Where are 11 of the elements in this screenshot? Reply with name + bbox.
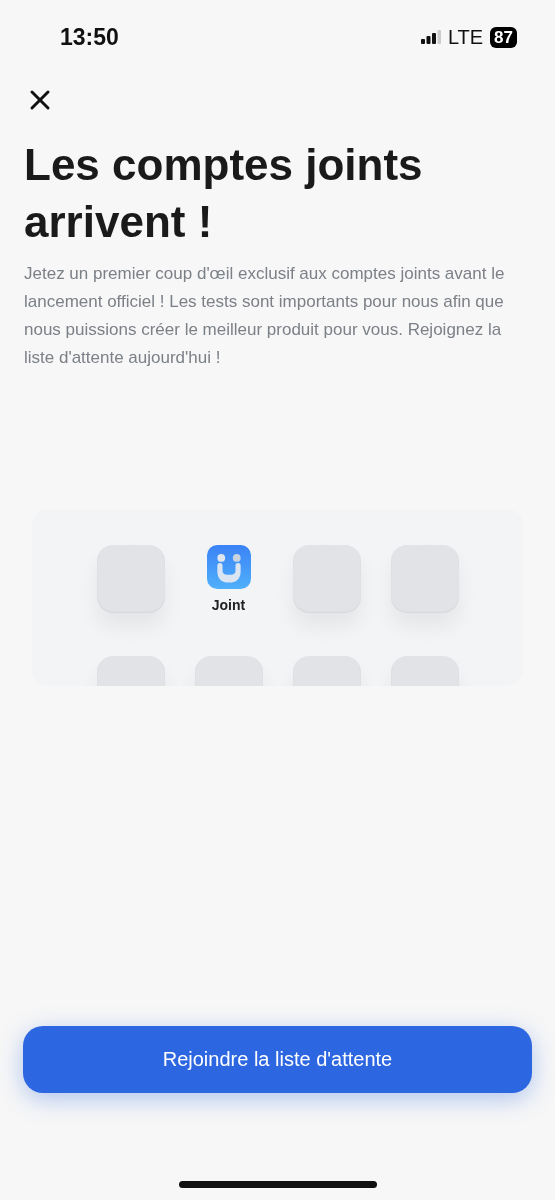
app-label: Joint (211, 597, 246, 613)
app-placeholder (292, 545, 361, 613)
app-placeholder (96, 545, 165, 613)
app-placeholder (390, 545, 459, 613)
signal-icon (420, 30, 441, 44)
page-title: Les comptes joints arrivent ! (24, 139, 424, 248)
network-label: LTE (447, 25, 484, 49)
description: Jetez un premier coup d'œil exclusif aux comptes joints avant le lancement officiel ! Les tests sont importants pour nous afin que nous puissions créer le meilleur produit pour vous. Rejoignez la liste d'attente aujourd'hui ! (24, 263, 506, 369)
battery-level: 87 (490, 26, 517, 48)
join-waitlist-button[interactable]: Rejoindre la liste d'attente (23, 1026, 532, 1093)
status-time: 13:50 (60, 23, 119, 51)
